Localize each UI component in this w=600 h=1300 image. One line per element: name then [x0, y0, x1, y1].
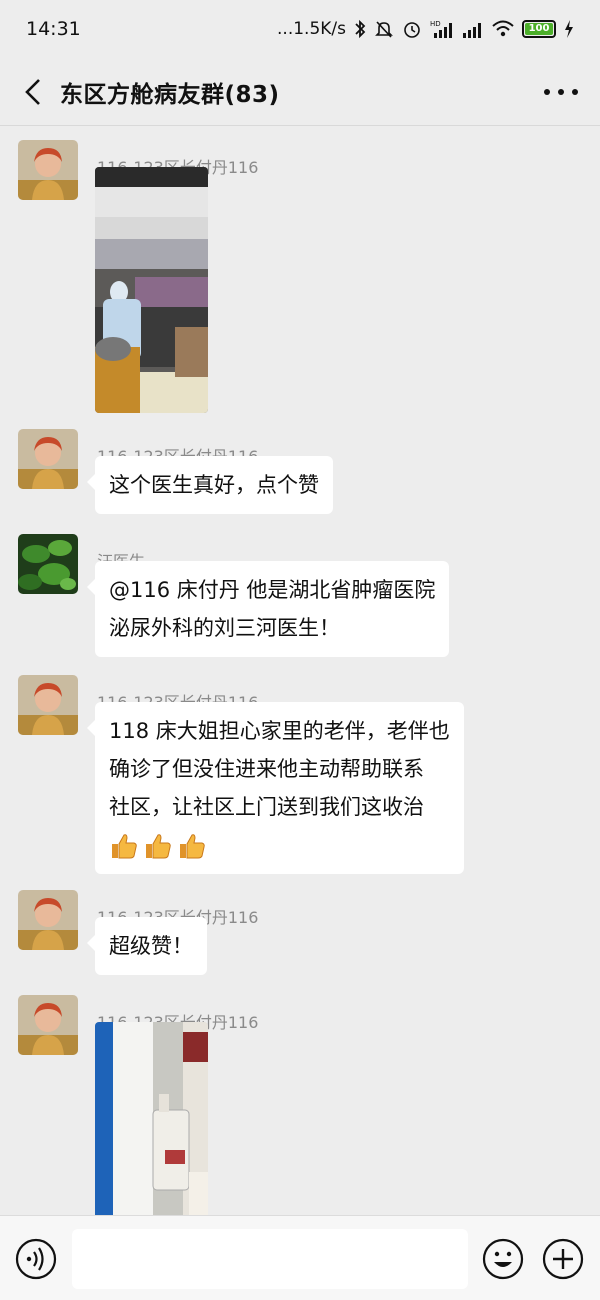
charging-icon [565, 20, 573, 38]
user-photo-avatar[interactable] [18, 675, 78, 735]
thumbs-up-icon [180, 834, 205, 859]
status-icons: ...1.5K/s HD 100 [277, 19, 574, 39]
text-bubble[interactable]: 118 床大姐担心家里的老伴，老伴也 确诊了但没住进来他主动帮助联系 社区，让社… [87, 702, 464, 874]
user-photo-avatar[interactable] [18, 429, 78, 489]
thumbs-up-icon [112, 834, 137, 859]
thumbs-up-icon [146, 834, 171, 859]
user-photo-avatar[interactable] [18, 890, 78, 950]
text-bubble[interactable]: 超级赞！ [87, 917, 207, 975]
more-dot-icon [544, 89, 550, 95]
battery-icon: 100 [522, 20, 556, 38]
input-bar [0, 1215, 600, 1300]
message-text: 超级赞！ [109, 934, 193, 958]
status-bar: 14:31 ...1.5K/s HD 100 [0, 0, 600, 58]
emoji-icon [482, 1238, 524, 1280]
network-speed: ...1.5K/s [277, 19, 346, 39]
more-dot-icon [572, 89, 578, 95]
emoji-row [109, 831, 207, 861]
emoji-button[interactable] [482, 1238, 524, 1280]
back-button[interactable] [6, 58, 60, 126]
more-functions-button[interactable] [542, 1238, 584, 1280]
message-text: 确诊了但没住进来他主动帮助联系 [109, 757, 424, 781]
text-bubble[interactable]: @116 床付丹 他是湖北省肿瘤医院 泌尿外科的刘三河医生！ [86, 561, 450, 657]
message-text: 社区，让社区上门送到我们这收治 [109, 795, 424, 819]
more-options-button[interactable] [544, 78, 578, 106]
voice-input-button[interactable] [15, 1238, 57, 1280]
user-photo-avatar[interactable] [18, 995, 78, 1055]
mute-bell-icon [375, 21, 393, 38]
more-dot-icon [558, 89, 564, 95]
user-photo-avatar[interactable] [18, 140, 78, 200]
message-text: @116 床付丹 他是湖北省肿瘤医院 [109, 578, 436, 602]
message-input[interactable] [72, 1229, 468, 1289]
signal-icon [463, 23, 481, 38]
chat-title: 东区方舱病友群(83) [60, 81, 280, 108]
text-bubble[interactable]: 这个医生真好，点个赞 [87, 456, 333, 514]
image-message[interactable] [95, 1022, 208, 1215]
alarm-icon [404, 22, 420, 38]
status-time: 14:31 [26, 18, 81, 40]
message-text: 118 床大姐担心家里的老伴，老伴也 [109, 719, 450, 743]
green-leaves-avatar[interactable] [18, 534, 78, 594]
plus-icon [542, 1238, 584, 1280]
message-text: 泌尿外科的刘三河医生！ [109, 616, 340, 640]
voice-icon [15, 1238, 57, 1280]
bluetooth-icon [355, 19, 366, 39]
message-list[interactable]: 116-123区长付丹116 116-123区长付丹11 [0, 127, 600, 1215]
image-message[interactable] [95, 167, 208, 413]
chat-header: 东区方舱病友群(83) [0, 58, 600, 126]
message-text: 这个医生真好，点个赞 [109, 473, 319, 497]
hd-signal-icon: HD [430, 20, 452, 38]
battery-level: 100 [525, 23, 553, 35]
svg-text:HD: HD [430, 20, 441, 28]
wifi-icon [492, 20, 514, 37]
chevron-left-icon [25, 78, 40, 105]
